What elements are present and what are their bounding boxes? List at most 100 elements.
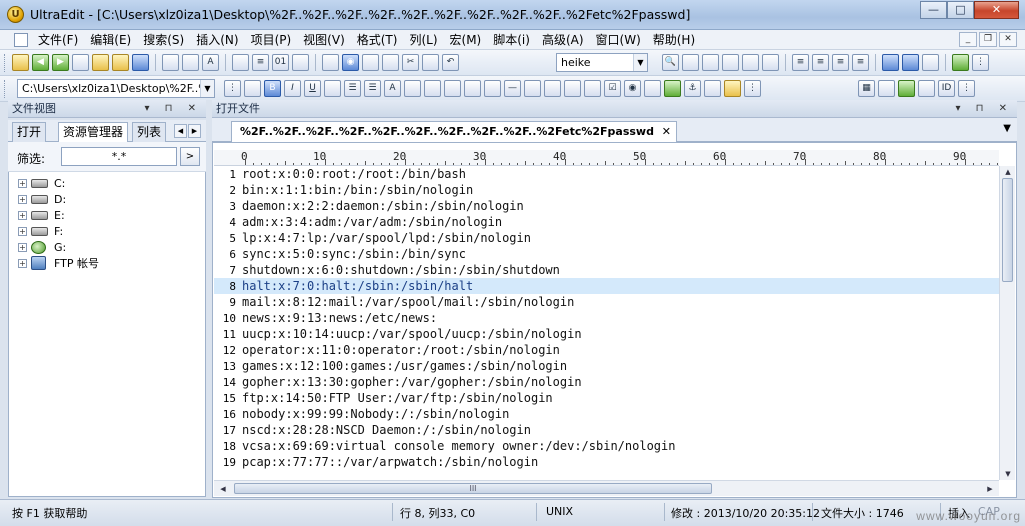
scroll-down-icon[interactable]: ▼ — [1000, 468, 1016, 480]
tab-explorer[interactable]: 资源管理器 — [58, 122, 129, 143]
menu-search[interactable]: 搜索(S) — [137, 31, 190, 48]
html-tag-icon[interactable] — [244, 80, 261, 97]
cut-icon[interactable]: ✂ — [402, 54, 419, 71]
column-mode-icon[interactable] — [292, 54, 309, 71]
menu-help[interactable]: 帮助(H) — [647, 31, 701, 48]
underline-icon[interactable]: U — [304, 80, 321, 97]
line-text[interactable]: ftp:x:14:50:FTP User:/var/ftp:/sbin/nolo… — [236, 391, 553, 405]
line-text[interactable]: nobody:x:99:99:Nobody:/:/sbin/nologin — [236, 407, 509, 421]
expand-icon[interactable]: + — [18, 242, 27, 252]
tab-list-dropdown-icon[interactable]: ▼ — [1003, 123, 1011, 134]
word-wrap-icon[interactable] — [232, 54, 249, 71]
menu-macro[interactable]: 宏(M) — [444, 31, 488, 48]
tab-scroll-left-icon[interactable]: ◀ — [174, 124, 187, 138]
pane-controls[interactable]: ▾ ⊓ ✕ — [144, 100, 202, 117]
checkbox-element-icon[interactable]: ☑ — [604, 80, 621, 97]
undo-icon[interactable]: ↶ — [442, 54, 459, 71]
code-line[interactable]: 2 bin:x:1:1:bin:/bin:/sbin/nologin — [214, 182, 999, 198]
expand-icon[interactable]: + — [18, 178, 27, 188]
show-lines-icon[interactable]: ≡ — [252, 54, 269, 71]
code-line[interactable]: 14 gopher:x:13:30:gopher:/var/gopher:/sbi… — [214, 374, 999, 390]
code-line[interactable]: 7 shutdown:x:6:0:shutdown:/sbin:/sbin/shu… — [214, 262, 999, 278]
code-line[interactable]: 10 news:x:9:13:news:/etc/news: — [214, 310, 999, 326]
document-icon[interactable] — [14, 32, 28, 47]
bullet-list-icon[interactable]: ☰ — [344, 80, 361, 97]
document-tab[interactable]: %2F..%2F..%2F..%2F..%2F..%2F..%2F..%2F..… — [231, 121, 677, 142]
print-icon[interactable] — [162, 54, 179, 71]
minimize-button[interactable]: — — [920, 1, 947, 19]
chevron-down-icon[interactable]: ▼ — [633, 54, 647, 71]
toolbar-options-icon[interactable]: ⋮ — [972, 54, 989, 71]
menu-advanced[interactable]: 高级(A) — [536, 31, 590, 48]
menu-window[interactable]: 窗口(W) — [590, 31, 647, 48]
mdi-close-button[interactable]: ✕ — [999, 32, 1017, 47]
align-left-icon[interactable]: ≡ — [792, 54, 809, 71]
line-text[interactable]: daemon:x:2:2:daemon:/sbin:/sbin/nologin — [236, 199, 524, 213]
html-edit-icon[interactable] — [324, 80, 341, 97]
clipboard-icon[interactable] — [322, 54, 339, 71]
find-next-icon[interactable] — [682, 54, 699, 71]
replace-icon[interactable] — [722, 54, 739, 71]
line-text[interactable]: games:x:12:100:games:/usr/games:/sbin/no… — [236, 359, 567, 373]
table-insert-icon[interactable] — [584, 80, 601, 97]
vertical-scrollbar[interactable]: ▲ ▼ — [999, 166, 1015, 480]
line-text[interactable]: lp:x:4:7:lp:/var/spool/lpd:/sbin/nologin — [236, 231, 531, 245]
expand-icon[interactable]: + — [18, 226, 27, 236]
new-project-icon[interactable] — [12, 54, 29, 71]
horizontal-scroll-thumb[interactable]: III — [234, 483, 712, 494]
expand-icon[interactable]: + — [18, 210, 27, 220]
spellcheck-icon[interactable]: A — [202, 54, 219, 71]
tree-item-g[interactable]: + G: — [18, 239, 99, 255]
menu-insert[interactable]: 插入(N) — [190, 31, 244, 48]
toolbar-grip[interactable] — [4, 80, 7, 98]
menu-file[interactable]: 文件(F) — [32, 31, 84, 48]
code-line[interactable]: 19 pcap:x:77:77::/var/arpwatch:/sbin/nolo… — [214, 454, 999, 470]
line-text[interactable]: vcsa:x:69:69:virtual console memory owne… — [236, 439, 675, 453]
code-line[interactable]: 6 sync:x:5:0:sync:/sbin:/bin/sync — [214, 246, 999, 262]
line-text[interactable]: root:x:0:0:root:/root:/bin/bash — [236, 167, 466, 181]
forward-icon[interactable]: ▶ — [52, 54, 69, 71]
code-line[interactable]: 13 games:x:12:100:games:/usr/games:/sbin/… — [214, 358, 999, 374]
code-line[interactable]: 12 operator:x:11:0:operator:/root:/sbin/n… — [214, 342, 999, 358]
anchor-link-icon[interactable]: ⚓ — [684, 80, 701, 97]
line-text[interactable]: operator:x:11:0:operator:/root:/sbin/nol… — [236, 343, 560, 357]
validate-icon[interactable] — [898, 80, 915, 97]
tree-item-c[interactable]: + C: — [18, 175, 99, 191]
toolbar-grip-icon[interactable]: ⋮ — [224, 80, 241, 97]
code-line[interactable]: 3 daemon:x:2:2:daemon:/sbin:/sbin/nologin — [214, 198, 999, 214]
hex-mode-icon[interactable]: 01 — [272, 54, 289, 71]
toolbar-options-icon[interactable]: ⋮ — [744, 80, 761, 97]
path-combo[interactable]: C:\Users\xlz0iza1\Desktop\%2F..%2 ▼ — [17, 79, 215, 98]
tab-scroll-right-icon[interactable]: ▶ — [188, 124, 201, 138]
special-char-icon[interactable] — [704, 80, 721, 97]
code-line[interactable]: 18 vcsa:x:69:69:virtual console memory ow… — [214, 438, 999, 454]
web-globe-icon[interactable] — [952, 54, 969, 71]
align-right-icon[interactable]: ≡ — [832, 54, 849, 71]
cascade-icon[interactable] — [922, 54, 939, 71]
tree-item-e[interactable]: + E: — [18, 207, 99, 223]
textarea-icon[interactable] — [544, 80, 561, 97]
frame-icon[interactable] — [644, 80, 661, 97]
delete-icon[interactable] — [422, 54, 439, 71]
menu-format[interactable]: 格式(T) — [351, 31, 404, 48]
code-line[interactable]: 8 halt:x:7:0:halt:/sbin:/sbin/halt — [214, 278, 999, 294]
mdi-minimize-button[interactable]: _ — [959, 32, 977, 47]
code-line[interactable]: 9 mail:x:8:12:mail:/var/spool/mail:/sbin/… — [214, 294, 999, 310]
chevron-down-icon[interactable]: ▼ — [200, 80, 214, 97]
split-horizontal-icon[interactable] — [882, 54, 899, 71]
horizontal-rule-icon[interactable]: — — [504, 80, 521, 97]
justify-icon[interactable]: ≡ — [852, 54, 869, 71]
open-recent-icon[interactable] — [112, 54, 129, 71]
indent-right-icon[interactable] — [464, 80, 481, 97]
line-text[interactable]: uucp:x:10:14:uucp:/var/spool/uucp:/sbin/… — [236, 327, 582, 341]
scroll-left-icon[interactable]: ◀ — [216, 481, 230, 497]
code-line[interactable]: 16 nobody:x:99:99:Nobody:/:/sbin/nologin — [214, 406, 999, 422]
id-icon[interactable]: ID — [938, 80, 955, 97]
code-line[interactable]: 1 root:x:0:0:root:/root:/bin/bash — [214, 166, 999, 182]
image-icon[interactable] — [664, 80, 681, 97]
font-color-icon[interactable]: A — [384, 80, 401, 97]
find-icon[interactable]: 🔍 — [662, 54, 679, 71]
pane-controls[interactable]: ▾ ⊓ ✕ — [955, 100, 1013, 117]
bold-icon[interactable]: B — [264, 80, 281, 97]
split-vertical-icon[interactable] — [902, 54, 919, 71]
